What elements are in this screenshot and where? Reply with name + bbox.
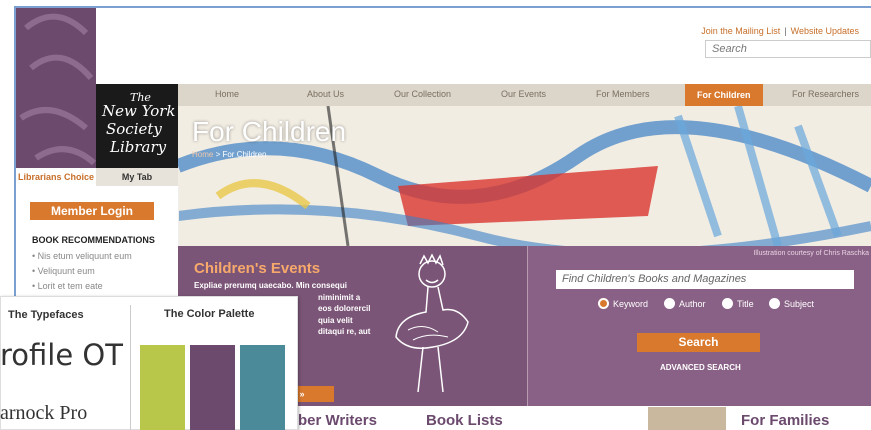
children-books-search-input[interactable]: Find Children's Books and Magazines — [556, 270, 854, 289]
color-swatch-purple — [190, 345, 235, 430]
member-login-button[interactable]: Member Login — [30, 202, 154, 220]
search-input[interactable]: Search — [705, 40, 871, 58]
color-swatch-green — [140, 345, 185, 430]
radio-selected-icon — [598, 298, 609, 309]
logo-line: Society — [106, 120, 162, 138]
recommendation-link[interactable]: • Nis etum veliquunt eum — [32, 251, 132, 261]
logo-line: New York — [102, 102, 176, 120]
radio-label: Author — [679, 299, 706, 309]
ornament-icon — [19, 13, 96, 166]
recommendation-link[interactable]: • Veliquunt eum — [32, 266, 95, 276]
tab-librarians-choice[interactable]: Librarians Choice — [16, 168, 97, 186]
logo[interactable]: The New York Society Library — [96, 84, 178, 168]
util-separator: | — [784, 26, 787, 36]
page-title: For Children — [192, 116, 347, 147]
events-line: Expliae prerumq uaecabo. Min consequi — [194, 281, 347, 290]
families-thumbnail — [648, 407, 726, 430]
nav-our-events[interactable]: Our Events — [501, 89, 546, 99]
color-swatch-teal — [240, 345, 285, 430]
radio-label: Subject — [784, 299, 815, 309]
advanced-search-link[interactable]: ADVANCED SEARCH — [660, 363, 741, 372]
breadcrumb-home[interactable]: Home — [192, 150, 213, 159]
recommendation-link[interactable]: • Lorit et tem eate — [32, 281, 103, 291]
utility-links: Join the Mailing List | Website Updates — [701, 26, 859, 36]
logo-line: Library — [110, 138, 167, 156]
illustration-credit: Illustration courtesy of Chris Raschka — [753, 250, 869, 257]
radio-icon — [769, 298, 780, 309]
nav-home[interactable]: Home — [215, 89, 239, 99]
nav-for-members[interactable]: For Members — [596, 89, 650, 99]
typeface-sample-warnock: arnock Pro — [0, 402, 88, 424]
nav-for-children[interactable]: For Children — [685, 84, 763, 106]
member-writers-heading[interactable]: ber Writers — [298, 412, 377, 429]
radio-icon — [722, 298, 733, 309]
radio-label: Keyword — [613, 299, 649, 309]
nav-for-researchers[interactable]: For Researchers — [792, 89, 859, 99]
book-lists-heading[interactable]: Book Lists — [426, 412, 503, 429]
typeface-sample-profile: rofile OT — [0, 338, 123, 372]
typefaces-heading: The Typefaces — [8, 309, 84, 321]
logo-ornament — [16, 8, 96, 168]
website-updates-link[interactable]: Website Updates — [791, 26, 859, 36]
nav-about-us[interactable]: About Us — [307, 89, 344, 99]
bird-drawing-icon — [395, 253, 469, 393]
radio-icon — [664, 298, 675, 309]
radio-title[interactable]: Title — [722, 298, 754, 309]
book-recommendations-heading: BOOK RECOMMENDATIONS — [32, 235, 155, 245]
for-families-heading[interactable]: For Families — [741, 412, 829, 429]
card-divider — [130, 305, 131, 430]
mailing-list-link[interactable]: Join the Mailing List — [701, 26, 780, 36]
tab-my-tab[interactable]: My Tab — [96, 168, 178, 186]
main-nav: Home About Us Our Collection Our Events … — [178, 84, 871, 106]
color-palette-heading: The Color Palette — [164, 308, 255, 320]
search-button[interactable]: Search — [637, 333, 760, 352]
radio-subject[interactable]: Subject — [769, 298, 814, 309]
nav-our-collection[interactable]: Our Collection — [394, 89, 451, 99]
radio-author[interactable]: Author — [664, 298, 706, 309]
radio-label: Title — [737, 299, 754, 309]
breadcrumb-current: For Children — [222, 150, 267, 159]
childrens-events-heading[interactable]: Children's Events — [194, 260, 320, 277]
breadcrumb: Home > For Children — [192, 150, 266, 159]
panel-divider — [527, 246, 528, 406]
radio-keyword[interactable]: Keyword — [598, 298, 648, 309]
